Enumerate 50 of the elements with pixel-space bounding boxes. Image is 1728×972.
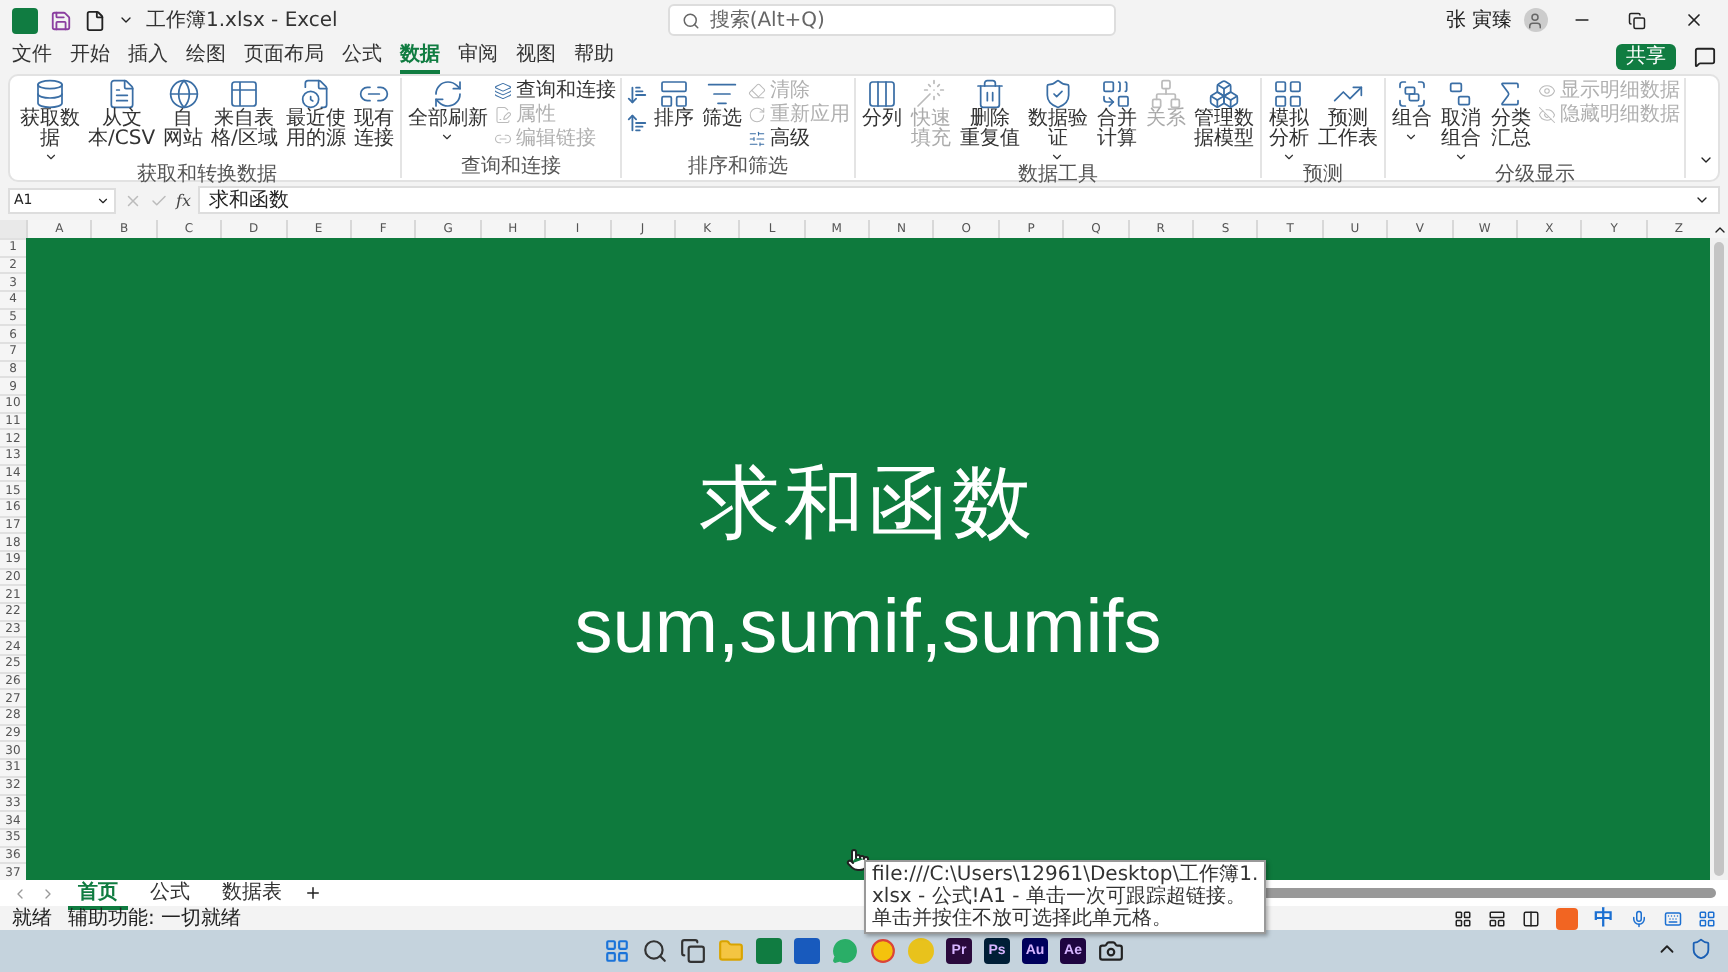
- ribbon-button[interactable]: 取消组合: [1437, 78, 1484, 164]
- ribbon-button[interactable]: 合并计算: [1093, 78, 1140, 150]
- accessibility-status[interactable]: 辅助功能: 一切就绪: [68, 904, 242, 932]
- ribbon-tab[interactable]: 文件: [12, 38, 52, 74]
- user-name: 张 寅臻: [1445, 7, 1512, 34]
- ribbon-tab[interactable]: 绘图: [186, 38, 226, 74]
- ribbon-small-button[interactable]: 查询和连接: [493, 80, 616, 102]
- ribbon-button[interactable]: 分类汇总: [1487, 78, 1534, 150]
- ribbon-button[interactable]: 数据验 证: [1025, 78, 1090, 164]
- ribbon-tab[interactable]: 页面布局: [244, 38, 324, 74]
- ribbon-tab[interactable]: 开始: [70, 38, 110, 74]
- ribbon-button[interactable]: 删除 重复值: [957, 78, 1022, 150]
- insert-function-button[interactable]: fx: [176, 191, 191, 209]
- ribbon-small-button[interactable]: 高级: [747, 128, 850, 150]
- ribbon-button[interactable]: 现有 连接: [351, 78, 396, 150]
- formula-field[interactable]: 求和函数: [198, 186, 1720, 214]
- ribbon-button[interactable]: 分列: [859, 78, 904, 130]
- sheet-tab[interactable]: 公式: [140, 877, 200, 909]
- ribbon-button[interactable]: 模拟分析: [1265, 78, 1312, 164]
- ribbon-button[interactable]: 最近使 用的源: [283, 78, 348, 150]
- group-label: 获取和转换数据: [136, 164, 277, 186]
- hyperlink-tooltip: file:///C:\Users\12961\Desktop\工作簿1. xlsx - 公式!A1 - 单击一次可跟踪超链接。 单击并按住不放可选择此单元格。: [864, 860, 1267, 934]
- window-title: 工作簿1.xlsx - Excel: [146, 8, 338, 34]
- ribbon-tab[interactable]: 插入: [128, 38, 168, 74]
- ribbon-button[interactable]: 自 网站: [161, 78, 206, 150]
- group-label: 数据工具: [1017, 164, 1098, 186]
- ribbon-button[interactable]: 预测 工作表: [1315, 78, 1380, 150]
- share-button[interactable]: 共享: [1616, 43, 1676, 69]
- ribbon-tab[interactable]: 帮助: [574, 38, 614, 74]
- slide-subtitle: sum,sumif,sumifs: [574, 585, 1162, 671]
- ribbon-button[interactable]: 排序: [651, 78, 696, 130]
- ribbon-button[interactable]: 从文 本/CSV: [86, 78, 158, 150]
- ribbon-tab[interactable]: 公式: [342, 38, 382, 74]
- ribbon-button[interactable]: 全部刷新: [405, 78, 490, 144]
- slide-title: 求和函数: [700, 455, 1036, 553]
- ribbon-button[interactable]: 组合: [1389, 78, 1434, 144]
- ribbon-tab[interactable]: 视图: [516, 38, 556, 74]
- ribbon-button[interactable]: 管理数 据模型: [1191, 78, 1256, 150]
- status-text: 就绪: [12, 905, 52, 932]
- ime-mode[interactable]: 中: [1594, 904, 1614, 932]
- search-field[interactable]: 搜索(Alt+Q): [667, 4, 1116, 36]
- group-label: 查询和连接: [460, 156, 561, 178]
- ribbon-tab[interactable]: 审阅: [458, 38, 498, 74]
- sheet-tab[interactable]: 数据表: [212, 877, 292, 909]
- group-label: 排序和筛选: [687, 156, 788, 178]
- ribbon-button[interactable]: 来自表 格/区域: [209, 78, 280, 150]
- group-label: 预测: [1302, 164, 1343, 186]
- group-label: 分级显示: [1494, 164, 1575, 186]
- ribbon-button[interactable]: 筛选: [699, 78, 744, 130]
- ribbon-button[interactable]: 获取数 据: [18, 78, 82, 164]
